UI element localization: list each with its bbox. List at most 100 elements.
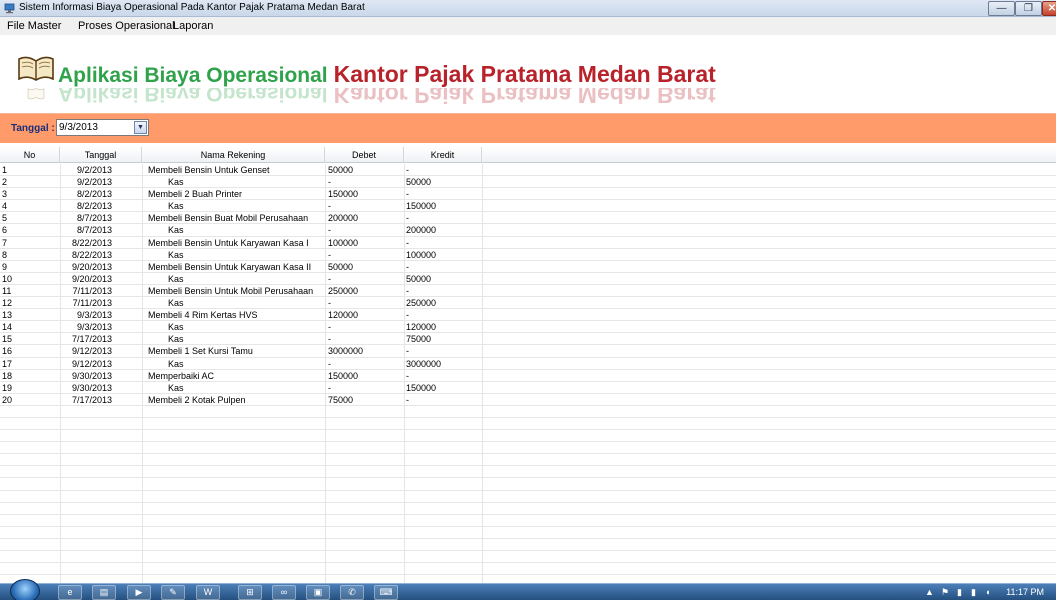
- cell-no[interactable]: 16: [2, 345, 52, 357]
- cell-debet[interactable]: -: [328, 273, 403, 285]
- table-row[interactable]: 1 9/2/2013 Membeli Bensin Untuk Genset 5000…: [0, 164, 1056, 177]
- table-row[interactable]: 20 7/17/2013 Membeli 2 Kotak Pulpen 75000-: [0, 394, 1056, 406]
- tanggal-date-picker[interactable]: 9/3/2013 ▼: [56, 119, 149, 136]
- column-header-no[interactable]: No: [0, 147, 60, 163]
- cell-tanggal[interactable]: 9/30/2013: [62, 370, 112, 382]
- cell-debet[interactable]: -: [328, 382, 403, 394]
- taskbar-app-tool[interactable]: ✆: [340, 585, 364, 600]
- cell-no[interactable]: 20: [2, 394, 52, 406]
- cell-no[interactable]: 19: [2, 382, 52, 394]
- cell-debet[interactable]: 200000: [328, 212, 403, 224]
- cell-nama-rekening[interactable]: Membeli Bensin Untuk Karyawan Kasa II: [148, 261, 323, 273]
- cell-nama-rekening[interactable]: Kas: [148, 321, 323, 333]
- menu-file-master[interactable]: File Master: [7, 20, 61, 32]
- cell-kredit[interactable]: -: [406, 212, 481, 224]
- show-hidden-icons-icon[interactable]: ▲: [925, 587, 934, 597]
- cell-tanggal[interactable]: 9/3/2013: [62, 321, 112, 333]
- cell-debet[interactable]: -: [328, 176, 403, 188]
- cell-nama-rekening[interactable]: Membeli 2 Buah Printer: [148, 188, 323, 200]
- cell-no[interactable]: 9: [2, 261, 52, 273]
- cell-tanggal[interactable]: 8/2/2013: [62, 200, 112, 212]
- cell-kredit[interactable]: -: [406, 261, 481, 273]
- table-row[interactable]: 11 7/11/2013 Membeli Bensin Untuk Mobil Pe…: [0, 285, 1056, 298]
- column-header-debet[interactable]: Debet: [325, 147, 404, 163]
- cell-kredit[interactable]: 3000000: [406, 358, 481, 370]
- cell-tanggal[interactable]: 9/2/2013: [62, 176, 112, 188]
- cell-tanggal[interactable]: 8/22/2013: [62, 237, 112, 249]
- cell-tanggal[interactable]: 8/22/2013: [62, 249, 112, 261]
- taskbar-app-infinity[interactable]: ∞: [272, 585, 296, 600]
- cell-tanggal[interactable]: 7/17/2013: [62, 333, 112, 345]
- table-row[interactable]: 4 8/2/2013 Kas -150000: [0, 200, 1056, 213]
- network-icon[interactable]: ▮: [971, 587, 976, 598]
- taskbar-clock[interactable]: 11:17 PM: [1006, 587, 1044, 597]
- menu-proses-operasional[interactable]: Proses Operasional: [78, 20, 175, 32]
- cell-tanggal[interactable]: 9/20/2013: [62, 273, 112, 285]
- cell-debet[interactable]: 250000: [328, 285, 403, 297]
- cell-no[interactable]: 14: [2, 321, 52, 333]
- cell-kredit[interactable]: -: [406, 188, 481, 200]
- cell-nama-rekening[interactable]: Membeli Bensin Buat Mobil Perusahaan: [148, 212, 323, 224]
- table-row[interactable]: 9 9/20/2013 Membeli Bensin Untuk Karyawan …: [0, 261, 1056, 273]
- cell-tanggal[interactable]: 7/11/2013: [62, 297, 112, 309]
- cell-kredit[interactable]: -: [406, 345, 481, 357]
- table-row[interactable]: 8 8/22/2013 Kas -100000: [0, 249, 1056, 261]
- taskbar-app-word[interactable]: W: [196, 585, 220, 600]
- table-row[interactable]: 18 9/30/2013 Memperbaiki AC 150000-: [0, 370, 1056, 382]
- cell-nama-rekening[interactable]: Kas: [148, 382, 323, 394]
- cell-nama-rekening[interactable]: Membeli Bensin Untuk Mobil Perusahaan: [148, 285, 323, 297]
- cell-debet[interactable]: 150000: [328, 188, 403, 200]
- action-center-flag-icon[interactable]: ⚑: [941, 587, 949, 598]
- cell-tanggal[interactable]: 8/7/2013: [62, 212, 112, 224]
- cell-no[interactable]: 18: [2, 370, 52, 382]
- cell-kredit[interactable]: -: [406, 394, 481, 406]
- cell-debet[interactable]: -: [328, 249, 403, 261]
- cell-debet[interactable]: 50000: [328, 261, 403, 273]
- cell-kredit[interactable]: 200000: [406, 224, 481, 236]
- cell-tanggal[interactable]: 7/11/2013: [62, 285, 112, 297]
- taskbar-app-explorer[interactable]: ▤: [92, 585, 116, 600]
- taskbar-app-media[interactable]: ▶: [127, 585, 151, 600]
- cell-tanggal[interactable]: 9/30/2013: [62, 382, 112, 394]
- cell-kredit[interactable]: 120000: [406, 321, 481, 333]
- table-row[interactable]: 6 8/7/2013 Kas -200000: [0, 224, 1056, 237]
- cell-nama-rekening[interactable]: Kas: [148, 200, 323, 212]
- cell-no[interactable]: 1: [2, 164, 52, 176]
- cell-kredit[interactable]: -: [406, 164, 481, 176]
- cell-nama-rekening[interactable]: Membeli 4 Rim Kertas HVS: [148, 309, 323, 321]
- cell-debet[interactable]: -: [328, 200, 403, 212]
- table-row[interactable]: 3 8/2/2013 Membeli 2 Buah Printer 150000-: [0, 188, 1056, 201]
- table-row[interactable]: 5 8/7/2013 Membeli Bensin Buat Mobil Perus…: [0, 212, 1056, 225]
- table-row[interactable]: 15 7/17/2013 Kas -75000: [0, 333, 1056, 346]
- taskbar-app-browser[interactable]: e: [58, 585, 82, 600]
- minimize-button[interactable]: —: [988, 1, 1015, 16]
- cell-tanggal[interactable]: 9/12/2013: [62, 358, 112, 370]
- cell-kredit[interactable]: 150000: [406, 382, 481, 394]
- cell-tanggal[interactable]: 9/12/2013: [62, 345, 112, 357]
- cell-nama-rekening[interactable]: Kas: [148, 249, 323, 261]
- cell-kredit[interactable]: 50000: [406, 176, 481, 188]
- menu-laporan[interactable]: Laporan: [173, 20, 213, 32]
- cell-kredit[interactable]: 75000: [406, 333, 481, 345]
- date-dropdown-button[interactable]: ▼: [134, 121, 147, 134]
- table-row[interactable]: 16 9/12/2013 Membeli 1 Set Kursi Tamu 30000…: [0, 345, 1056, 358]
- start-button[interactable]: [10, 579, 40, 600]
- cell-nama-rekening[interactable]: Kas: [148, 297, 323, 309]
- cell-kredit[interactable]: -: [406, 370, 481, 382]
- cell-no[interactable]: 3: [2, 188, 52, 200]
- column-header-tanggal[interactable]: Tanggal: [60, 147, 142, 163]
- cell-tanggal[interactable]: 9/20/2013: [62, 261, 112, 273]
- cell-debet[interactable]: -: [328, 321, 403, 333]
- taskbar-app-grid[interactable]: ⊞: [238, 585, 262, 600]
- cell-debet[interactable]: 100000: [328, 237, 403, 249]
- cell-debet[interactable]: 3000000: [328, 345, 403, 357]
- cell-kredit[interactable]: -: [406, 309, 481, 321]
- cell-nama-rekening[interactable]: Kas: [148, 273, 323, 285]
- cell-debet[interactable]: 120000: [328, 309, 403, 321]
- cell-no[interactable]: 13: [2, 309, 52, 321]
- cell-no[interactable]: 11: [2, 285, 52, 297]
- cell-no[interactable]: 8: [2, 249, 52, 261]
- cell-debet[interactable]: -: [328, 333, 403, 345]
- cell-kredit[interactable]: -: [406, 285, 481, 297]
- cell-nama-rekening[interactable]: Kas: [148, 358, 323, 370]
